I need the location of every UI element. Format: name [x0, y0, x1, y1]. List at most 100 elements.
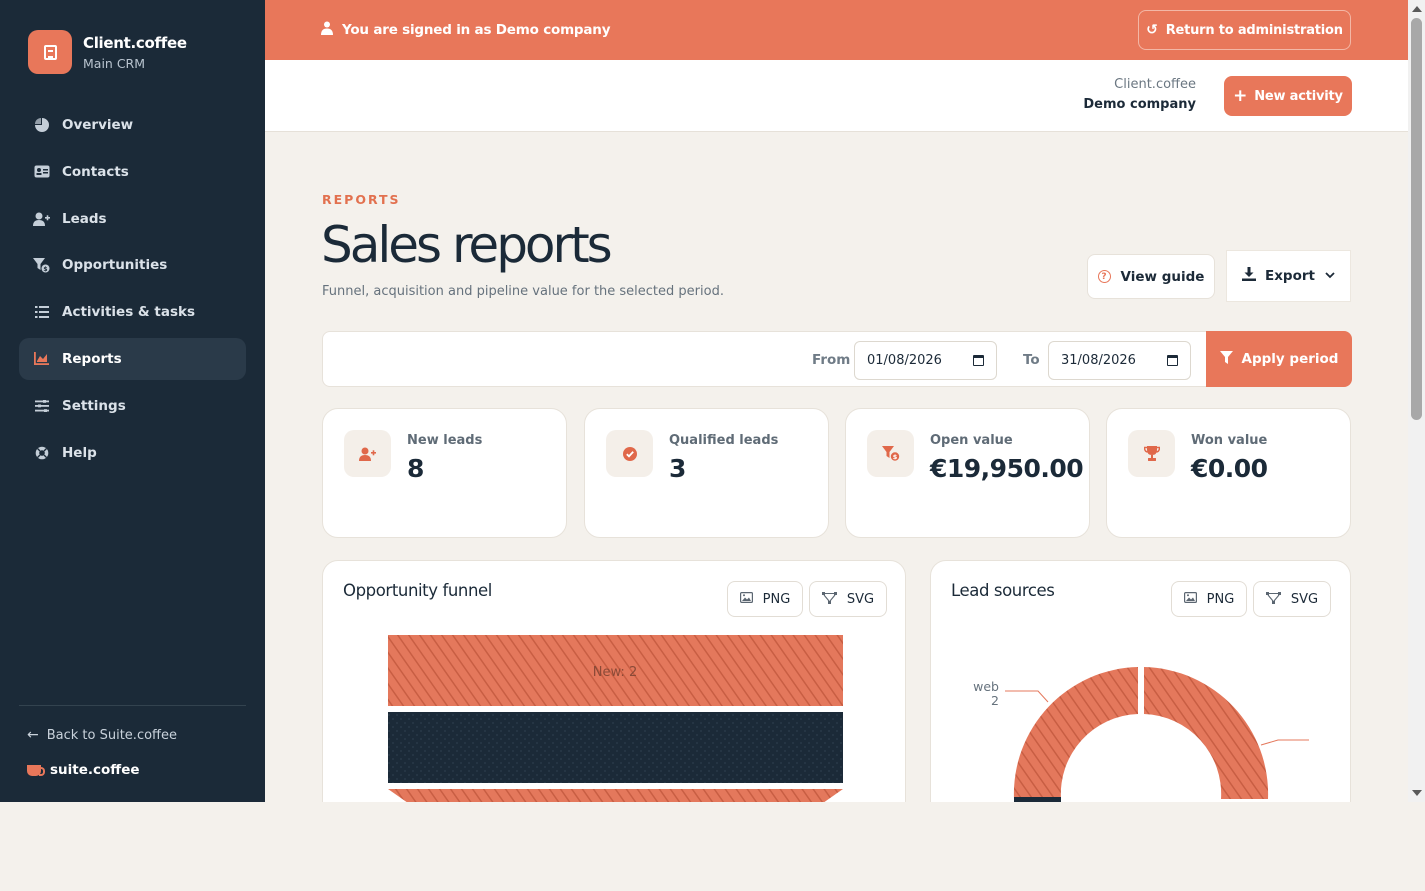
user-icon [321, 21, 333, 39]
company-app-name: Client.coffee [1114, 77, 1196, 92]
user-plus-icon [33, 210, 50, 227]
top-bar: Client.coffee Demo company + New activit… [265, 60, 1408, 132]
donut-slice-other[interactable] [1144, 667, 1269, 799]
sidebar-item-label: Leads [62, 210, 107, 227]
from-date-value: 01/08/2026 [867, 353, 942, 368]
sidebar-item-settings[interactable]: Settings [19, 385, 246, 427]
funnel-stage-label: New: 2 [593, 665, 637, 680]
pie-chart-icon [33, 117, 50, 134]
kpi-label: New leads [407, 433, 483, 448]
leader-line-other [1260, 739, 1309, 746]
lead-sources-donut-chart: web 2 [973, 667, 1309, 802]
view-guide-label: View guide [1120, 268, 1205, 285]
sidebar-item-overview[interactable]: Overview [19, 104, 246, 146]
kpi-value: 3 [669, 454, 686, 483]
sidebar-item-label: Settings [62, 397, 126, 414]
lead-sources-card: Lead sources PNG SVG web 2 [930, 560, 1351, 802]
from-date-input[interactable]: 01/08/2026 [854, 341, 997, 380]
sidebar-item-reports[interactable]: Reports [19, 337, 246, 380]
coffee-cup-icon [27, 764, 45, 776]
return-label: Return to administration [1165, 22, 1343, 38]
sidebar-item-label: Overview [62, 117, 134, 133]
arrow-left-icon: ← [27, 727, 39, 743]
brand-name: Client.coffee [83, 33, 187, 52]
return-to-admin-button[interactable]: ↺ Return to administration [1138, 10, 1351, 50]
apply-period-label: Apply period [1241, 351, 1339, 367]
scroll-down-arrow-icon[interactable] [1412, 790, 1422, 796]
kpi-card-open-value: $ Open value €19,950.00 [845, 408, 1090, 538]
leader-line-web [1005, 690, 1049, 703]
sidebar-item-label: Help [62, 444, 97, 461]
calendar-icon[interactable] [973, 355, 984, 366]
company-info: Client.coffee Demo company [1083, 77, 1196, 112]
brand-logo-icon [28, 30, 72, 74]
funnel-stage-dark[interactable] [388, 712, 843, 783]
kpi-value: 8 [407, 454, 424, 483]
funnel-dollar-icon: $ [33, 257, 50, 274]
funnel-stage-next[interactable] [388, 789, 843, 802]
scrollbar-thumb[interactable] [1411, 18, 1422, 420]
to-label: To [1023, 352, 1040, 368]
to-date-input[interactable]: 31/08/2026 [1048, 341, 1191, 380]
back-to-suite-link[interactable]: ← Back to Suite.coffee [27, 727, 177, 743]
banner-message: You are signed in as Demo company [321, 21, 611, 39]
new-activity-button[interactable]: + New activity [1224, 76, 1352, 116]
banner-text: You are signed in as Demo company [342, 22, 611, 38]
to-date-value: 31/08/2026 [1061, 353, 1136, 368]
app-viewport: Client.coffee Main CRM Overview Contacts [0, 0, 1425, 802]
question-circle-icon: ? [1097, 270, 1111, 283]
slice-label: web [973, 679, 999, 694]
sidebar-divider [19, 705, 246, 706]
user-plus-icon [344, 430, 391, 477]
sidebar-item-label: Reports [62, 350, 122, 367]
chart-icon [33, 350, 50, 367]
page-subtitle: Funnel, acquisition and pipeline value f… [322, 284, 724, 299]
brand-subtitle: Main CRM [83, 55, 146, 71]
sidebar-item-help[interactable]: Help [19, 432, 246, 474]
sidebar-nav: Overview Contacts Leads $ Opportunities [19, 104, 246, 478]
calendar-icon[interactable] [1167, 355, 1178, 366]
download-icon [1242, 267, 1256, 285]
funnel-dollar-icon: $ [867, 430, 914, 477]
sidebar-item-contacts[interactable]: Contacts [19, 151, 246, 193]
company-name: Demo company [1083, 97, 1196, 112]
brand[interactable]: Client.coffee Main CRM [28, 30, 187, 74]
donut-slice-dark[interactable] [1014, 797, 1061, 802]
opportunity-funnel-card: Opportunity funnel PNG SVG New: 2 [322, 560, 906, 802]
suite-brand[interactable]: suite.coffee [27, 762, 140, 778]
kpi-label: Qualified leads [669, 433, 779, 448]
kpi-card-new-leads: New leads 8 [322, 408, 567, 538]
impersonation-banner: You are signed in as Demo company ↺ Retu… [265, 0, 1408, 60]
export-label: Export [1265, 268, 1315, 284]
from-label: From [812, 352, 851, 368]
plus-icon: + [1233, 86, 1248, 106]
export-dropdown[interactable]: Export [1226, 250, 1351, 302]
svg-text:$: $ [892, 453, 897, 461]
new-activity-label: New activity [1254, 88, 1343, 104]
lifebuoy-icon [33, 444, 50, 461]
kpi-value: €19,950.00 [930, 454, 1084, 483]
period-filter-bar: From 01/08/2026 To 31/08/2026 Apply peri… [322, 331, 1352, 387]
donut-slice-web[interactable] [1013, 667, 1138, 799]
kpi-value: €0.00 [1191, 454, 1268, 483]
page-eyebrow: REPORTS [322, 192, 401, 207]
view-guide-button[interactable]: ? View guide [1087, 254, 1215, 299]
sidebar-item-opportunities[interactable]: $ Opportunities [19, 244, 246, 286]
funnel-chart: New: 2 [388, 635, 843, 802]
sidebar-item-activities[interactable]: Activities & tasks [19, 291, 246, 333]
kpi-label: Open value [930, 433, 1013, 448]
kpi-card-won-value: Won value €0.00 [1106, 408, 1351, 538]
trophy-icon [1128, 430, 1175, 477]
sidebar-item-leads[interactable]: Leads [19, 198, 246, 240]
sidebar-item-label: Activities & tasks [62, 304, 196, 321]
check-circle-icon [606, 430, 653, 477]
chevron-down-icon [1325, 271, 1335, 282]
vertical-scrollbar[interactable] [1408, 0, 1425, 802]
sidebar-item-label: Opportunities [62, 257, 168, 274]
apply-period-button[interactable]: Apply period [1206, 331, 1352, 387]
sidebar: Client.coffee Main CRM Overview Contacts [0, 0, 265, 802]
scroll-up-arrow-icon[interactable] [1412, 6, 1422, 12]
filter-icon [1219, 350, 1233, 368]
svg-text:$: $ [43, 266, 47, 273]
rotate-left-icon: ↺ [1146, 22, 1158, 38]
